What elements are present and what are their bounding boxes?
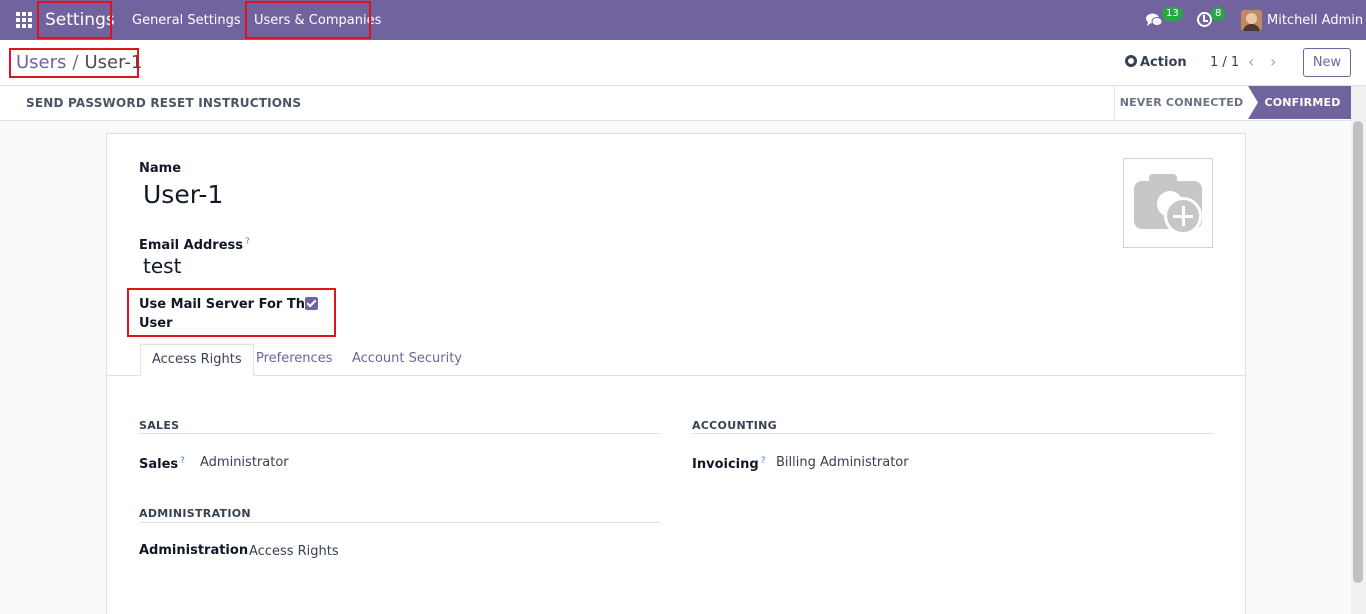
highlight-box-mail-server xyxy=(127,288,336,337)
name-field[interactable]: User-1 xyxy=(143,180,223,210)
menu-general-settings[interactable]: General Settings xyxy=(132,12,241,29)
highlight-box-users-companies xyxy=(245,1,371,39)
scrollbar-thumb[interactable] xyxy=(1353,121,1363,583)
avatar-upload[interactable] xyxy=(1123,158,1213,248)
action-menu-button[interactable]: Action xyxy=(1125,54,1187,71)
avatar[interactable] xyxy=(1241,10,1262,31)
section-title-accounting: ACCOUNTING xyxy=(692,419,777,432)
section-title-administration: ADMINISTRATION xyxy=(139,507,251,520)
pager-next-icon[interactable]: › xyxy=(1270,52,1276,72)
section-divider-accounting xyxy=(692,433,1213,434)
add-photo-icon xyxy=(1164,197,1202,235)
tab-preferences[interactable]: Preferences xyxy=(245,344,343,376)
email-field[interactable]: test xyxy=(143,254,181,278)
new-button[interactable]: New xyxy=(1303,48,1351,77)
tab-account-security[interactable]: Account Security xyxy=(341,344,473,376)
invoicing-help-icon[interactable]: ? xyxy=(761,456,766,466)
section-divider-sales xyxy=(139,433,660,434)
email-label: Email Address? xyxy=(139,234,250,254)
pager-value[interactable]: 1 / 1 xyxy=(1210,54,1239,71)
apps-menu-icon[interactable] xyxy=(16,12,32,28)
administration-label: Administration xyxy=(139,543,249,558)
email-label-text: Email Address xyxy=(139,238,244,253)
section-title-sales: SALES xyxy=(139,419,180,432)
sales-label: Sales? xyxy=(139,453,185,473)
activity-clock-icon[interactable] xyxy=(1197,12,1212,27)
gear-icon xyxy=(1125,55,1137,67)
send-password-reset-button[interactable]: SEND PASSWORD RESET INSTRUCTIONS xyxy=(26,96,301,110)
highlight-box-breadcrumb xyxy=(9,48,139,78)
email-help-icon[interactable]: ? xyxy=(245,237,250,247)
action-label: Action xyxy=(1140,55,1187,70)
highlight-box-app-name xyxy=(37,1,112,39)
stage-never-connected[interactable]: NEVER CONNECTED xyxy=(1114,86,1248,119)
sales-field[interactable]: Administrator xyxy=(200,454,289,471)
section-divider-administration xyxy=(139,522,660,523)
invoicing-field[interactable]: Billing Administrator xyxy=(776,454,909,471)
name-label: Name xyxy=(139,161,182,176)
user-menu-name[interactable]: Mitchell Admin xyxy=(1267,12,1363,29)
invoicing-label: Invoicing? xyxy=(692,453,765,473)
tab-access-rights[interactable]: Access Rights xyxy=(140,344,254,376)
sales-label-text: Sales xyxy=(139,457,179,472)
sales-help-icon[interactable]: ? xyxy=(180,456,185,466)
messages-count-badge: 13 xyxy=(1162,7,1183,21)
administration-field[interactable]: Access Rights xyxy=(249,543,339,560)
pager-previous-icon[interactable]: ‹ xyxy=(1248,52,1254,72)
invoicing-label-text: Invoicing xyxy=(692,457,759,472)
chat-icon[interactable] xyxy=(1146,13,1162,27)
stage-confirmed[interactable]: CONFIRMED xyxy=(1248,86,1351,119)
